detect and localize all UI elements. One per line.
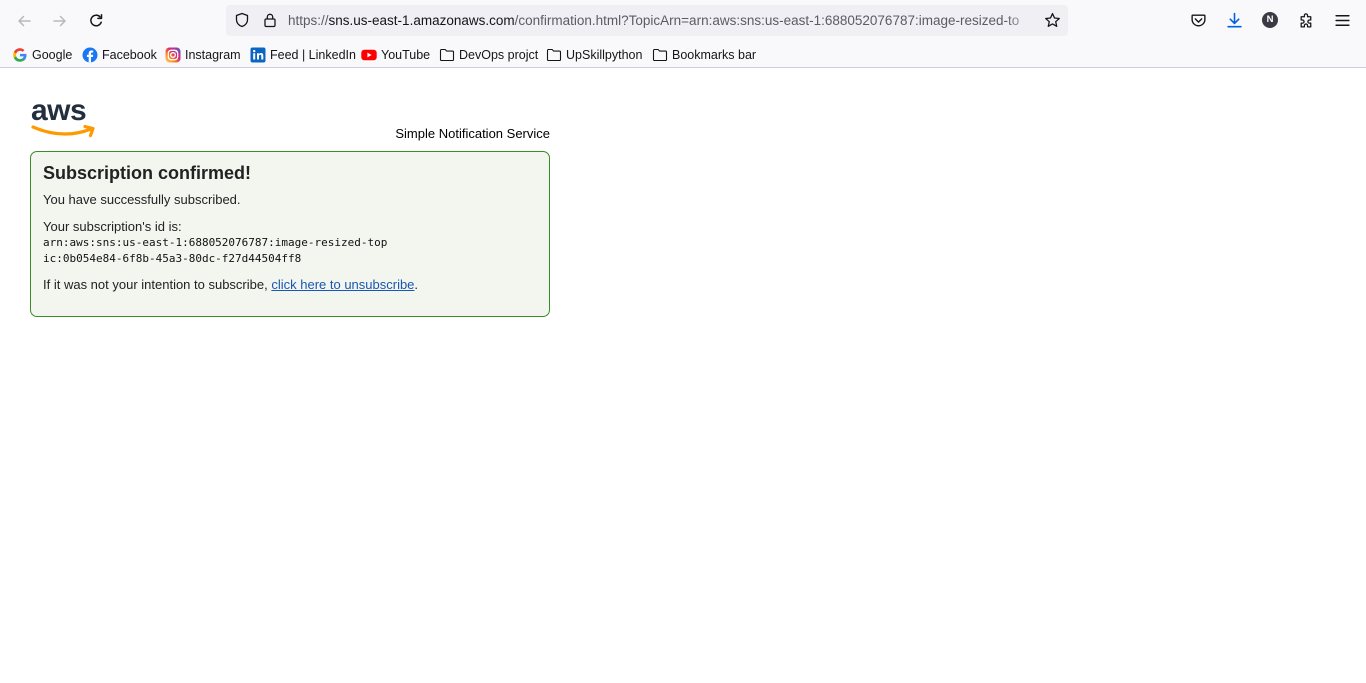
star-icon[interactable] xyxy=(1044,12,1061,29)
bookmark-label: Feed | LinkedIn xyxy=(270,48,356,62)
reload-icon xyxy=(90,14,103,27)
page-content: aws Simple Notification Service Subscrip… xyxy=(0,69,1366,683)
subscription-id: arn:aws:sns:us-east-1:688052076787:image… xyxy=(43,236,388,265)
arrow-left-icon xyxy=(18,15,31,27)
bookmark-folder-devops[interactable]: DevOps projct xyxy=(439,46,538,64)
bookmark-label: Bookmarks bar xyxy=(672,48,757,62)
downloads-button[interactable] xyxy=(1225,11,1243,29)
bookmark-label: UpSkillpython xyxy=(566,48,643,62)
unsubscribe-suffix: . xyxy=(414,277,419,292)
avatar: N xyxy=(1262,12,1278,28)
back-button[interactable] xyxy=(12,9,36,33)
bookmark-instagram[interactable]: Instagram xyxy=(165,46,241,64)
bookmark-linkedin[interactable]: Feed | LinkedIn xyxy=(250,46,356,64)
puzzle-icon xyxy=(1300,12,1311,28)
facebook-icon xyxy=(82,47,98,63)
lock-icon[interactable] xyxy=(262,12,278,28)
bookmark-label: Google xyxy=(32,48,73,62)
hamburger-icon xyxy=(1334,14,1350,26)
aws-logo-text: aws xyxy=(31,96,86,127)
address-bar[interactable]: https://sns.us-east-1.amazonaws.com/conf… xyxy=(226,5,1068,36)
bookmark-label: Facebook xyxy=(102,48,157,62)
url-text[interactable]: https://sns.us-east-1.amazonaws.com/conf… xyxy=(288,13,1036,29)
account-button[interactable]: N xyxy=(1261,11,1279,29)
google-icon xyxy=(12,47,28,63)
instagram-icon xyxy=(165,47,181,63)
unsubscribe-message: If it was not your intention to subscrib… xyxy=(43,277,537,293)
browser-toolbar: https://sns.us-east-1.amazonaws.com/conf… xyxy=(0,0,1366,41)
bookmark-facebook[interactable]: Facebook xyxy=(82,46,157,64)
folder-icon xyxy=(439,47,455,63)
bookmark-google[interactable]: Google xyxy=(12,46,72,64)
pocket-icon xyxy=(1190,13,1206,26)
unsubscribe-prefix: If it was not your intention to subscrib… xyxy=(43,277,272,292)
bookmark-label: Instagram xyxy=(185,48,241,62)
bookmark-label: YouTube xyxy=(381,48,431,62)
folder-icon xyxy=(652,47,668,63)
linkedin-icon xyxy=(250,47,266,63)
extensions-button[interactable] xyxy=(1297,11,1315,29)
url-host: sns.us-east-1.amazonaws.com xyxy=(328,13,515,28)
reload-button[interactable] xyxy=(84,9,108,33)
confirmation-box: Subscription confirmed! You have success… xyxy=(30,151,550,317)
youtube-icon xyxy=(361,47,377,63)
aws-logo: aws xyxy=(31,96,95,138)
folder-icon xyxy=(546,47,562,63)
success-message: You have successfully subscribed. xyxy=(43,192,241,207)
page-title: Subscription confirmed! xyxy=(43,163,252,183)
service-name: Simple Notification Service xyxy=(395,126,550,141)
bookmarks-toolbar: Google Facebook Instagram Feed | LinkedI… xyxy=(0,41,1366,68)
forward-button[interactable] xyxy=(48,9,72,33)
bookmark-folder-upskillpython[interactable]: UpSkillpython xyxy=(546,46,642,64)
url-scheme: https:// xyxy=(288,13,329,28)
bookmark-youtube[interactable]: YouTube xyxy=(361,46,430,64)
menu-button[interactable] xyxy=(1333,11,1351,29)
subscription-id-label: Your subscription's id is: xyxy=(43,219,182,234)
pocket-button[interactable] xyxy=(1189,11,1207,29)
download-icon xyxy=(1226,12,1242,27)
unsubscribe-link[interactable]: click here to unsubscribe xyxy=(271,277,414,292)
bookmark-folder-bookmarks-bar[interactable]: Bookmarks bar xyxy=(652,46,756,64)
arrow-right-icon xyxy=(53,15,66,27)
bookmark-label: DevOps projct xyxy=(459,48,539,62)
url-path: /confirmation.html?TopicArn=arn:aws:sns:… xyxy=(514,13,1020,28)
shield-icon[interactable] xyxy=(234,12,250,28)
